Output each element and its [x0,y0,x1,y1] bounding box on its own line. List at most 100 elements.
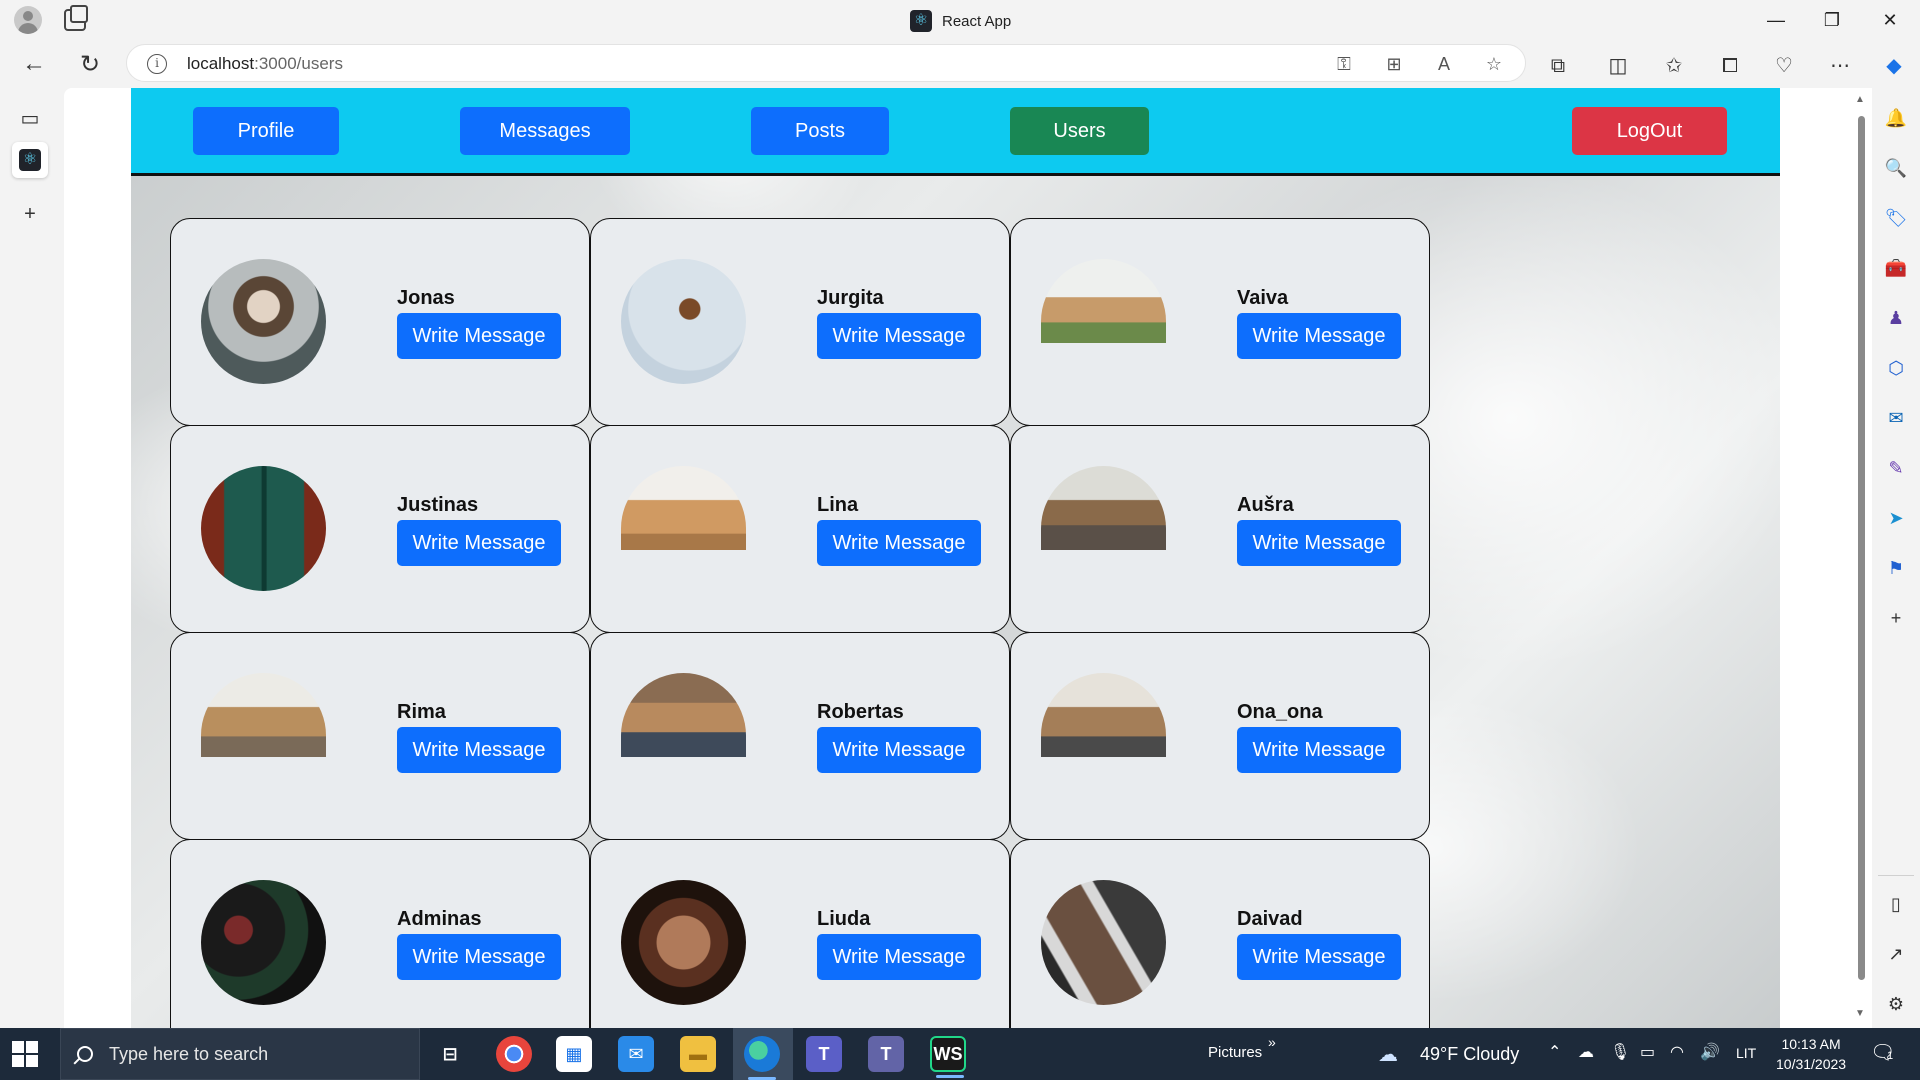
user-card: Aušra Write Message [1010,425,1430,633]
sidebar-settings-gear-icon[interactable]: ⚙ [1882,990,1910,1018]
write-message-button[interactable]: Write Message [397,727,561,773]
tab-manager-icon[interactable]: ▭ [12,100,48,136]
tab-actions-icon[interactable] [64,5,88,31]
browser-essentials-icon[interactable]: ♡ [1770,52,1798,80]
microsoft-365-icon[interactable]: ⬡ [1882,354,1910,382]
write-message-button[interactable]: Write Message [397,520,561,566]
write-message-button[interactable]: Write Message [1237,934,1401,980]
top-navbar: Profile Messages Posts Users LogOut [131,88,1780,176]
open-external-icon[interactable]: ↗ [1882,940,1910,968]
games-icon[interactable]: ♟ [1882,304,1910,332]
webstorm-icon[interactable]: WS [930,1036,966,1078]
favorite-star-icon[interactable]: ☆ [1483,53,1505,75]
vertical-tab-strip: ▭ ⚛ + [0,88,64,1028]
user-avatar [1041,673,1166,757]
user-avatar [201,466,326,591]
minimize-button[interactable]: — [1748,0,1804,40]
user-name: Adminas [397,908,482,930]
site-info-icon[interactable]: i [147,54,167,74]
windows-taskbar: Type here to search ⊟ ▦ ✉ ▬ T T WS Pictu… [0,1028,1920,1080]
logout-button[interactable]: LogOut [1572,107,1727,155]
collections-icon[interactable]: ⧠ [1716,52,1744,80]
user-avatar [201,880,326,1005]
browser-title-bar: ⚛ React App — ❐ ✕ [0,0,1920,40]
write-message-button[interactable]: Write Message [1237,727,1401,773]
write-message-button[interactable]: Write Message [817,727,981,773]
user-name: Jonas [397,287,455,309]
split-screen-icon[interactable]: ◫ [1604,52,1632,80]
search-icon[interactable]: 🔍 [1882,154,1910,182]
edge-icon[interactable] [744,1036,780,1080]
page-scrollbar[interactable]: ▲ ▼ [1850,88,1872,1028]
outlook-icon[interactable]: ✉ [1882,404,1910,432]
address-bar[interactable]: i localhost:3000/users ⚿ ⊞ A ☆ [126,44,1526,82]
windows-start-icon[interactable] [12,1041,38,1067]
write-message-button[interactable]: Write Message [397,934,561,980]
window-title: ⚛ React App [910,10,1011,32]
taskbar-search-box[interactable]: Type here to search [60,1028,420,1080]
back-button[interactable]: ← [16,46,52,82]
user-name: Vaiva [1237,287,1289,309]
write-message-button[interactable]: Write Message [817,520,981,566]
designer-icon[interactable]: ✎ [1882,454,1910,482]
add-sidebar-app-icon[interactable]: + [1882,604,1910,632]
posts-button[interactable]: Posts [751,107,889,155]
teams-new-icon[interactable]: T [806,1036,842,1072]
refresh-button[interactable]: ↻ [72,46,108,82]
tools-icon[interactable]: 🧰 [1882,254,1910,282]
maximize-button[interactable]: ❐ [1804,0,1860,40]
clock-date: 10/31/2023 [1776,1056,1847,1072]
flag-icon[interactable]: ⚑ [1882,554,1910,582]
close-button[interactable]: ✕ [1862,0,1918,40]
app-available-icon[interactable]: ⊞ [1383,53,1405,75]
extensions-icon[interactable]: ⧉ [1544,52,1572,80]
send-icon[interactable]: ➤ [1882,504,1910,532]
microsoft-store-icon[interactable]: ▦ [556,1036,592,1072]
language-indicator[interactable]: LIT [1736,1045,1756,1061]
file-explorer-icon[interactable]: ▬ [680,1036,716,1072]
hide-sidebar-icon[interactable]: ▯ [1882,890,1910,918]
copilot-icon[interactable]: ◆ [1880,52,1908,80]
volume-icon[interactable]: 🔊 [1700,1042,1720,1062]
scroll-thumb[interactable] [1858,116,1865,980]
clock[interactable]: 10:13 AM 10/31/2023 [1776,1034,1846,1074]
more-menu-icon[interactable]: ⋯ [1826,52,1854,80]
toolbar-expand-icon[interactable]: » [1268,1034,1276,1050]
write-message-button[interactable]: Write Message [397,313,561,359]
tab-react-app[interactable]: ⚛ [12,142,48,178]
mail-icon[interactable]: ✉ [618,1036,654,1072]
shopping-icon[interactable]: 🏷 [1882,204,1910,232]
user-avatar [621,259,746,384]
read-aloud-icon[interactable]: A [1433,53,1455,75]
favorites-icon[interactable]: ✩ [1660,52,1688,80]
user-name: Ona_ona [1237,701,1323,723]
scroll-up-arrow-icon[interactable]: ▲ [1855,94,1865,105]
task-view-icon[interactable]: ⊟ [432,1036,468,1072]
user-card: Jurgita Write Message [590,218,1010,426]
write-message-button[interactable]: Write Message [817,313,981,359]
key-icon[interactable]: ⚿ [1333,53,1355,75]
write-message-button[interactable]: Write Message [817,934,981,980]
teams-icon[interactable]: T [868,1036,904,1072]
profile-button[interactable]: Profile [193,107,339,155]
wifi-icon[interactable]: ◠ [1670,1042,1684,1062]
users-button[interactable]: Users [1010,107,1149,155]
edge-sidebar: 🔔 🔍 🏷 🧰 ♟ ⬡ ✉ ✎ ➤ ⚑ + ▯ ↗ ⚙ [1872,88,1920,1028]
user-card: Ona_ona Write Message [1010,632,1430,840]
write-message-button[interactable]: Write Message [1237,520,1401,566]
notifications-icon[interactable]: 🔔 [1882,104,1910,132]
weather-text[interactable]: 49°F Cloudy [1420,1044,1519,1065]
write-message-button[interactable]: Write Message [1237,313,1401,359]
user-name: Justinas [397,494,479,516]
onedrive-icon[interactable]: ☁ [1578,1042,1594,1062]
new-tab-icon[interactable]: + [12,196,48,232]
pictures-toolbar-label[interactable]: Pictures [1208,1044,1262,1061]
battery-icon[interactable]: ▭ [1640,1042,1655,1062]
scroll-down-arrow-icon[interactable]: ▼ [1855,1008,1865,1019]
chrome-icon[interactable] [496,1036,532,1072]
show-hidden-icons-icon[interactable]: ⌃ [1548,1042,1561,1062]
profile-avatar-icon[interactable] [14,6,42,34]
user-card: Robertas Write Message [590,632,1010,840]
microphone-icon[interactable]: 🎙 [1610,1042,1630,1062]
messages-button[interactable]: Messages [460,107,630,155]
